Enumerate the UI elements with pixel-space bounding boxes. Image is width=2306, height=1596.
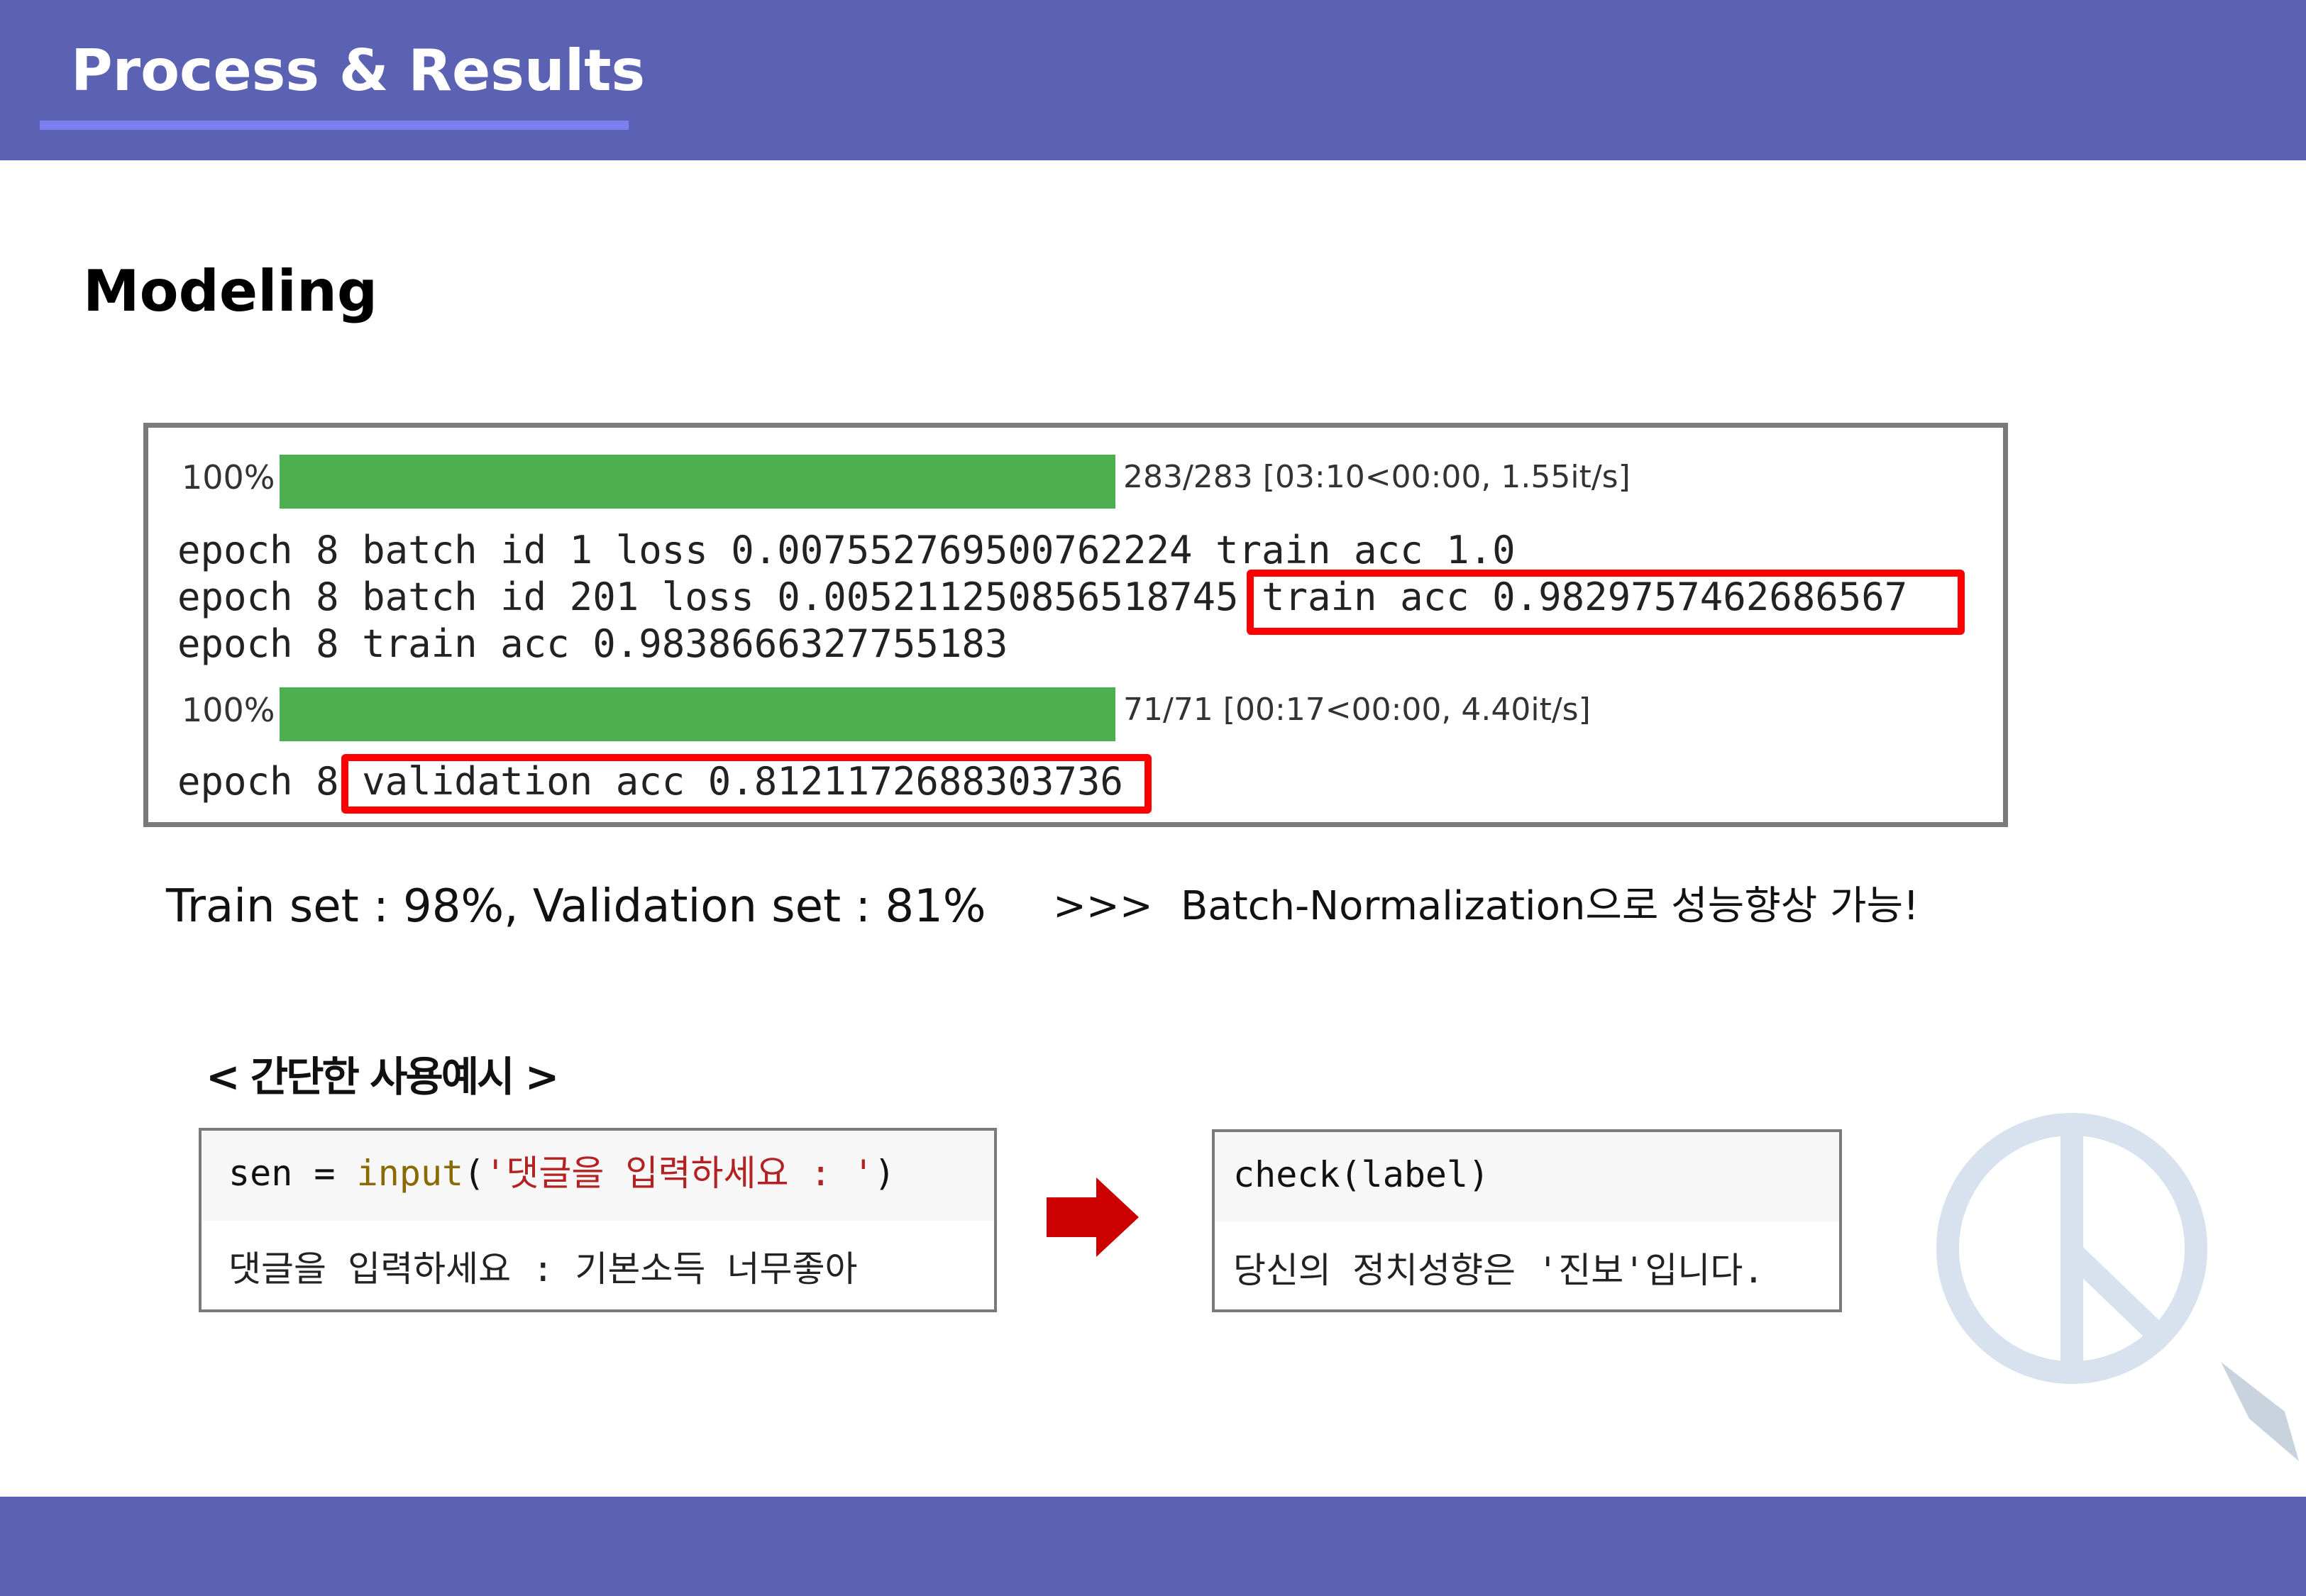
footer-bar bbox=[0, 1497, 2306, 1596]
validation-acc-highlight-box bbox=[341, 754, 1152, 814]
code-operator: = bbox=[314, 1153, 336, 1194]
input-example-cell: sen = input('댓글을 입력하세요 : ') 댓글을 입력하세요 : … bbox=[199, 1128, 997, 1312]
summary-text: Train set : 98%, Validation set : 81% bbox=[166, 880, 986, 933]
train-progress-fill bbox=[280, 455, 1115, 509]
code-function: input bbox=[356, 1153, 464, 1194]
summary-separator: >>> bbox=[1053, 883, 1153, 929]
progress-percent-label: 100% bbox=[182, 458, 275, 497]
code-var: sen bbox=[228, 1153, 293, 1194]
page-title: Process & Results bbox=[71, 38, 646, 104]
progress-percent-label: 100% bbox=[182, 691, 275, 729]
train-acc-highlight-box bbox=[1247, 570, 1965, 635]
validation-progress-stats: 71/71 [00:17<00:00, 4.40it/s] bbox=[1123, 692, 1591, 728]
code-input-line: sen = input('댓글을 입력하세요 : ') bbox=[228, 1153, 895, 1194]
validation-progress-bar bbox=[280, 687, 1115, 741]
results-summary: Train set : 98%, Validation set : 81% >>… bbox=[166, 871, 1968, 942]
code-output-line: 당신의 정치성향은 '진보'입니다. bbox=[1233, 1250, 1765, 1291]
party-logo-watermark-icon bbox=[1936, 1113, 2299, 1461]
summary-note: Batch-Normalization으로 성능향상 가능! bbox=[1181, 883, 1919, 929]
training-log-panel: 100% 283/283 [03:10<00:00, 1.55it/s] epo… bbox=[143, 423, 2008, 827]
validation-progress-fill bbox=[280, 687, 1115, 741]
log-line: epoch 8 batch id 1 loss 0.00755276950076… bbox=[177, 528, 1516, 572]
section-title: Modeling bbox=[83, 258, 378, 324]
code-string-arg: '댓글을 입력하세요 : ' bbox=[485, 1153, 874, 1194]
train-progress-stats: 283/283 [03:10<00:00, 1.55it/s] bbox=[1123, 459, 1631, 495]
log-line: epoch 8 train acc 0.9838666327755183 bbox=[177, 621, 1008, 666]
arrow-shape bbox=[1047, 1177, 1139, 1257]
header-bar: Process & Results bbox=[0, 0, 2306, 160]
code-input-line: check(label) bbox=[1233, 1154, 1490, 1195]
title-underline bbox=[40, 121, 629, 130]
example-title: < 간단한 사용예시 > bbox=[206, 1053, 559, 1101]
result-example-cell: check(label) 당신의 정치성향은 '진보'입니다. bbox=[1212, 1129, 1842, 1312]
right-arrow-icon bbox=[1047, 1177, 1139, 1257]
train-progress-bar bbox=[280, 455, 1115, 509]
code-output-line: 댓글을 입력하세요 : 기본소득 너무좋아 bbox=[228, 1248, 858, 1290]
